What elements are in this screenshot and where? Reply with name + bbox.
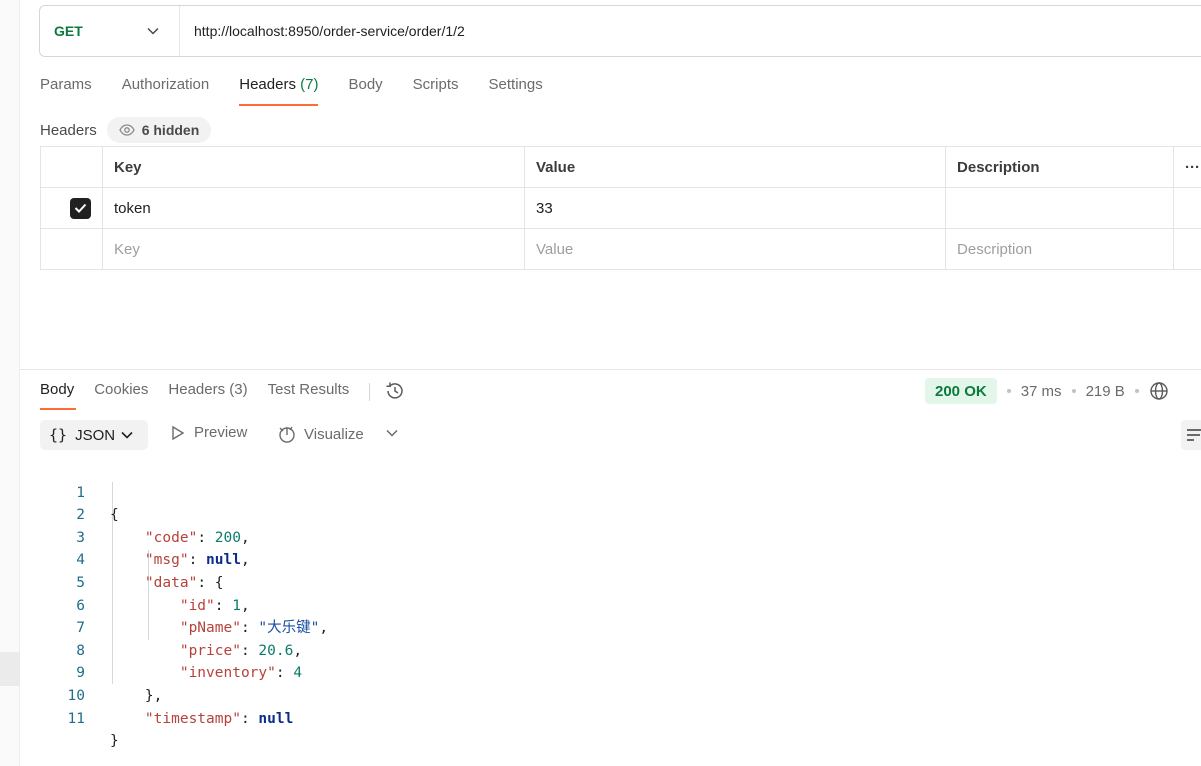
tab-response-headers[interactable]: Headers (3) [168, 381, 247, 410]
preview-label: Preview [194, 424, 248, 441]
status-badge[interactable]: 200 OK [925, 378, 997, 404]
header-enabled-checkbox[interactable] [70, 197, 91, 219]
header-value-cell[interactable]: 33 [523, 187, 947, 229]
code-line: 1 { [40, 459, 118, 524]
response-size[interactable]: 219 B [1086, 383, 1125, 400]
row-empty-cell [1173, 187, 1201, 229]
code-line: 7 "price": 20.6, [40, 595, 302, 659]
wrap-lines-button[interactable] [1181, 420, 1201, 450]
table-row-new: Key Value Description [40, 228, 1201, 270]
braces-icon: {} [49, 426, 68, 444]
response-time[interactable]: 37 ms [1021, 383, 1062, 400]
hidden-headers-label: 6 hidden [141, 122, 200, 138]
hidden-headers-toggle[interactable]: 6 hidden [106, 117, 212, 143]
json-value: 1 [232, 597, 241, 614]
column-check [40, 146, 103, 188]
request-url-bar: GET http://localhost:8950/order-service/… [39, 5, 1201, 57]
json-value: 20.6 [258, 642, 294, 659]
json-value: null [206, 552, 241, 569]
json-key: "pName" [179, 620, 241, 637]
new-key-input[interactable]: Key [102, 228, 525, 270]
tab-separator [369, 383, 371, 401]
chevron-down-icon [121, 431, 133, 439]
header-description-cell[interactable] [945, 187, 1175, 229]
response-body-code[interactable]: 1 { 2 "code": 200, 3 "msg": null, 4 "dat… [40, 459, 329, 750]
check-icon [74, 203, 87, 213]
json-value: "大乐键" [258, 620, 320, 637]
meta-dot [1006, 389, 1011, 393]
json-key: "code" [144, 529, 198, 546]
column-key: Key [102, 146, 525, 188]
tab-params[interactable]: Params [40, 76, 92, 106]
play-icon [172, 425, 185, 440]
tab-body[interactable]: Body [348, 76, 382, 106]
headers-section-header: Headers 6 hidden [40, 117, 212, 143]
json-key: "msg" [144, 552, 189, 569]
url-input[interactable]: http://localhost:8950/order-service/orde… [180, 23, 465, 39]
json-value: null [258, 710, 294, 727]
code-line: 4 "data": { [40, 527, 223, 591]
code-line: 9 }, [40, 640, 162, 704]
tab-headers-count: (7) [300, 76, 319, 93]
response-meta: 200 OK 37 ms 219 B [925, 378, 1169, 404]
chevron-down-icon[interactable] [386, 429, 398, 437]
json-key: "timestamp" [144, 710, 241, 727]
code-line: 10 "timestamp": null [40, 662, 294, 727]
tab-headers[interactable]: Headers (7) [239, 76, 319, 106]
column-description: Description [945, 146, 1175, 188]
visualize-button[interactable]: Visualize [277, 424, 364, 444]
tab-authorization[interactable]: Authorization [122, 76, 210, 106]
code-line: 2 "code": 200, [40, 482, 249, 546]
format-select[interactable]: {} JSON [40, 420, 148, 450]
row-check-cell [40, 187, 103, 229]
meta-dot [1071, 389, 1076, 393]
eye-icon [118, 124, 135, 136]
table-row: token 33 [40, 187, 1201, 229]
history-icon[interactable] [384, 380, 406, 402]
json-value: 200 [214, 529, 241, 546]
json-key: "price" [179, 642, 241, 659]
meta-dot [1134, 389, 1139, 393]
json-key: "data" [144, 574, 198, 591]
response-tabs: Body Cookies Headers (3) Test Results [40, 381, 406, 411]
left-rail-selected [0, 652, 20, 686]
tab-test-results[interactable]: Test Results [268, 381, 350, 410]
visualize-icon [279, 426, 295, 443]
tab-response-body[interactable]: Body [40, 381, 77, 410]
new-description-input[interactable]: Description [945, 228, 1175, 270]
method-select[interactable]: GET [40, 6, 180, 56]
column-value: Value [523, 146, 947, 188]
code-line: 5 "id": 1, [40, 549, 249, 614]
json-key: "id" [179, 597, 215, 614]
row-empty-cell [1173, 228, 1201, 270]
chevron-down-icon [147, 27, 159, 35]
tab-scripts[interactable]: Scripts [413, 76, 459, 106]
preview-button[interactable]: Preview [171, 424, 247, 441]
wrap-lines-icon [1187, 429, 1201, 441]
json-value: 4 [293, 665, 303, 682]
line-number: 11 [67, 710, 85, 727]
header-key-cell[interactable]: token [102, 187, 525, 229]
visualize-label: Visualize [304, 425, 364, 443]
tab-cookies[interactable]: Cookies [94, 381, 148, 410]
code-line: 6 "pName": "大乐键", [40, 572, 328, 637]
more-options-icon[interactable]: ··· [1173, 146, 1201, 188]
code-line: 3 "msg": null, [40, 504, 249, 569]
new-value-input[interactable]: Value [523, 228, 947, 270]
headers-table: Key Value Description ··· token 33 Key V… [40, 146, 1201, 270]
json-key: "inventory" [179, 665, 276, 682]
row-check-cell [40, 228, 103, 270]
globe-icon[interactable] [1149, 381, 1169, 401]
table-header-row: Key Value Description ··· [40, 146, 1201, 188]
code-line: 8 "inventory": 4 [40, 617, 302, 682]
tab-headers-label: Headers [239, 76, 296, 93]
code-line: 11 } [40, 685, 119, 750]
request-tabs: Params Authorization Headers (7) Body Sc… [40, 76, 573, 106]
headers-section-title: Headers [40, 121, 97, 139]
format-label: JSON [75, 426, 116, 444]
pane-divider[interactable] [20, 369, 1201, 370]
tab-settings[interactable]: Settings [489, 76, 543, 106]
method-label: GET [54, 23, 83, 39]
